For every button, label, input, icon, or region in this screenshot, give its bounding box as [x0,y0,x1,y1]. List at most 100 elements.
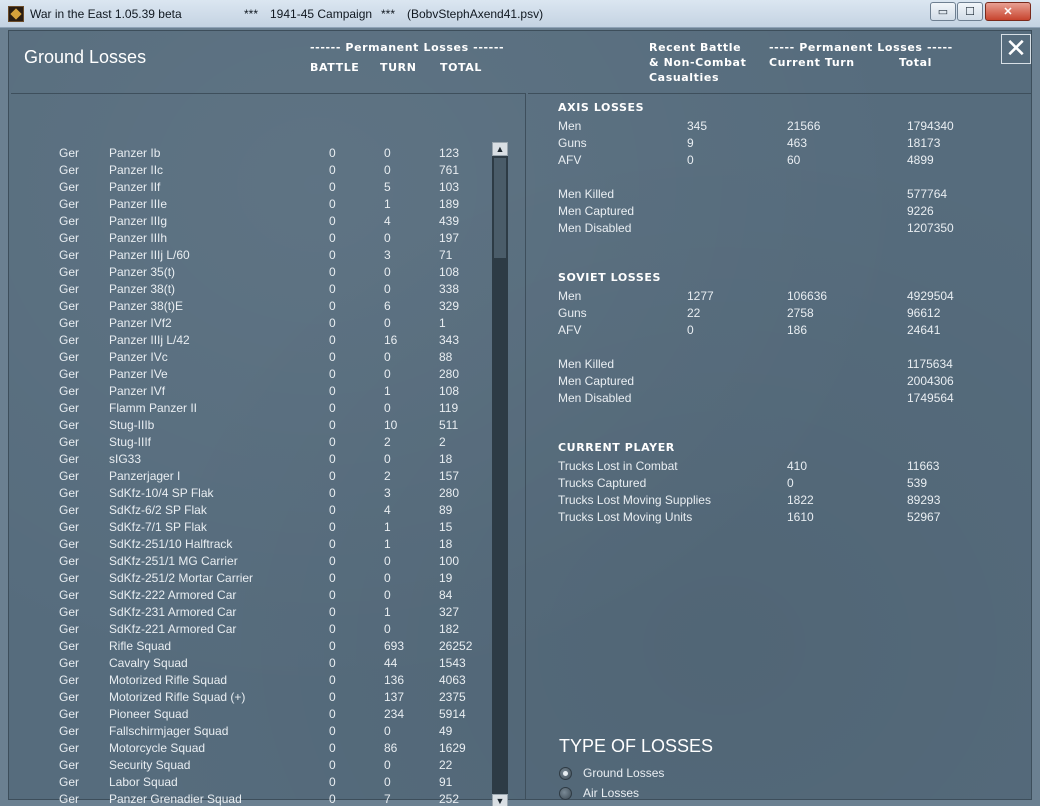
total-losses: 108 [439,265,460,279]
total-losses: 439 [439,214,460,228]
total-losses: 22 [439,758,453,772]
unit-nationality: Ger [59,214,80,228]
dialog-close-button[interactable]: ✕ [1001,34,1031,64]
table-row[interactable]: Ger Panzer IVe 0 0 280 [11,367,489,384]
table-row[interactable]: Ger SdKfz-221 Armored Car 0 0 182 [11,622,489,639]
table-row[interactable]: Ger Panzer IVc 0 0 88 [11,350,489,367]
unit-name: Security Squad [109,758,191,772]
table-row[interactable]: Ger Panzerjager I 0 2 157 [11,469,489,486]
recent-battle-heading: & Non-Combat [649,56,747,69]
table-row[interactable]: Ger Security Squad 0 0 22 [11,758,489,775]
radio-button-icon[interactable] [559,767,572,780]
save-file-name: (BobvStephAxend41.psv) [407,7,544,21]
turn-losses: 0 [384,571,391,585]
unit-name: Panzer IVc [109,350,168,364]
table-row[interactable]: Ger Rifle Squad 0 693 26252 [11,639,489,656]
table-row[interactable]: Ger SdKfz-222 Armored Car 0 0 84 [11,588,489,605]
axis-losses-heading: AXIS LOSSES [558,101,645,114]
turn-losses: 1 [384,537,391,551]
scroll-up-button[interactable]: ▲ [492,142,508,156]
table-row[interactable]: Ger Panzer IIf 0 5 103 [11,180,489,197]
table-row[interactable]: Ger SdKfz-251/10 Halftrack 0 1 18 [11,537,489,554]
unit-nationality: Ger [59,775,80,789]
unit-losses-list[interactable]: Ger Panzer Ib 0 0 123 Ger Panzer IIc 0 0 761 Ger Pa… [11,93,526,806]
battle-losses: 0 [329,265,336,279]
table-row[interactable]: Ger Stug-IIIf 0 2 2 [11,435,489,452]
maximize-button[interactable]: ☐ [957,2,983,21]
table-row[interactable]: Ger SdKfz-7/1 SP Flak 0 1 15 [11,520,489,537]
recent-battle-heading: Recent Battle [649,41,742,54]
table-row[interactable]: Ger Panzer Ib 0 0 123 [11,146,489,163]
turn-losses: 137 [384,690,405,704]
turn-losses: 86 [384,741,398,755]
dialog-header: Ground Losses ------ Permanent Losses --… [9,31,1031,91]
window-titlebar[interactable]: War in the East 1.05.39 beta *** 1941-45… [0,0,1040,28]
table-row[interactable]: Ger Panzer IVf2 0 0 1 [11,316,489,333]
table-row[interactable]: Ger Motorcycle Squad 0 86 1629 [11,741,489,758]
table-row[interactable]: Ger Panzer IIIe 0 1 189 [11,197,489,214]
table-row[interactable]: Ger Panzer IIIj L/60 0 3 71 [11,248,489,265]
table-row[interactable]: Ger sIG33 0 0 18 [11,452,489,469]
loss-type-option[interactable]: Air Losses [559,784,719,802]
current-turn-value: 410 [787,459,808,473]
table-row[interactable]: Ger SdKfz-251/1 MG Carrier 0 0 100 [11,554,489,571]
minimize-button[interactable]: ▭ [930,2,956,21]
recent-value: 345 [687,119,708,133]
table-row[interactable]: Ger Panzer Grenadier Squad 0 7 252 [11,792,489,806]
summary-detail-row: Men Disabled 1207350 [528,221,998,238]
table-row[interactable]: Ger Panzer 38(t)E 0 6 329 [11,299,489,316]
table-row[interactable]: Ger SdKfz-231 Armored Car 0 1 327 [11,605,489,622]
table-row[interactable]: Ger Labor Squad 0 0 91 [11,775,489,792]
table-row[interactable]: Ger Panzer 38(t) 0 0 338 [11,282,489,299]
scroll-down-button[interactable]: ▼ [492,794,508,806]
total-losses: 18 [439,537,453,551]
total-value: 2004306 [907,374,954,388]
unit-nationality: Ger [59,469,80,483]
table-row[interactable]: Ger Panzer IIIj L/42 0 16 343 [11,333,489,350]
unit-nationality: Ger [59,588,80,602]
summary-row: Guns 9 463 18173 [528,136,998,153]
unit-name: Pioneer Squad [109,707,189,721]
unit-name: Panzer IIIj L/60 [109,248,190,262]
table-row[interactable]: Ger Flamm Panzer II 0 0 119 [11,401,489,418]
battle-losses: 0 [329,656,336,670]
table-row[interactable]: Ger Motorized Rifle Squad 0 136 4063 [11,673,489,690]
column-header-total: TOTAL [440,61,483,74]
summary-label: Men Disabled [558,391,632,405]
summary-detail-row: Men Captured 9226 [528,204,998,221]
unit-nationality: Ger [59,690,80,704]
battle-losses: 0 [329,741,336,755]
table-row[interactable]: Ger Pioneer Squad 0 234 5914 [11,707,489,724]
table-row[interactable]: Ger Panzer 35(t) 0 0 108 [11,265,489,282]
turn-losses: 0 [384,554,391,568]
loss-type-option[interactable]: Ground Losses [559,764,719,782]
table-row[interactable]: Ger Motorized Rifle Squad (+) 0 137 2375 [11,690,489,707]
turn-losses: 0 [384,588,391,602]
table-row[interactable]: Ger SdKfz-10/4 SP Flak 0 3 280 [11,486,489,503]
table-row[interactable]: Ger SdKfz-6/2 SP Flak 0 4 89 [11,503,489,520]
window-close-button[interactable]: ✕ [985,2,1031,21]
table-row[interactable]: Ger Panzer IIc 0 0 761 [11,163,489,180]
unit-nationality: Ger [59,537,80,551]
unit-name: Panzer Ib [109,146,161,160]
unit-name: Motorized Rifle Squad [109,673,228,687]
table-row[interactable]: Ger Cavalry Squad 0 44 1543 [11,656,489,673]
unit-name: Panzer IIIg [109,214,168,228]
table-row[interactable]: Ger Stug-IIIb 0 10 511 [11,418,489,435]
total-losses: 123 [439,146,460,160]
scroll-thumb[interactable] [494,158,506,258]
radio-button-icon[interactable] [559,787,572,800]
table-row[interactable]: Ger Panzer IIIg 0 4 439 [11,214,489,231]
battle-losses: 0 [329,724,336,738]
summary-label: Guns [558,136,587,150]
list-scrollbar[interactable]: ▲ ▼ [492,142,508,806]
summary-row: Trucks Captured 0 539 [528,476,998,493]
unit-name: Motorcycle Squad [109,741,206,755]
table-row[interactable]: Ger Panzer IIIh 0 0 197 [11,231,489,248]
battle-losses: 0 [329,452,336,466]
table-row[interactable]: Ger Fallschirmjager Squad 0 0 49 [11,724,489,741]
total-losses: 2 [439,435,446,449]
table-row[interactable]: Ger Panzer IVf 0 1 108 [11,384,489,401]
turn-losses: 0 [384,367,391,381]
table-row[interactable]: Ger SdKfz-251/2 Mortar Carrier 0 0 19 [11,571,489,588]
